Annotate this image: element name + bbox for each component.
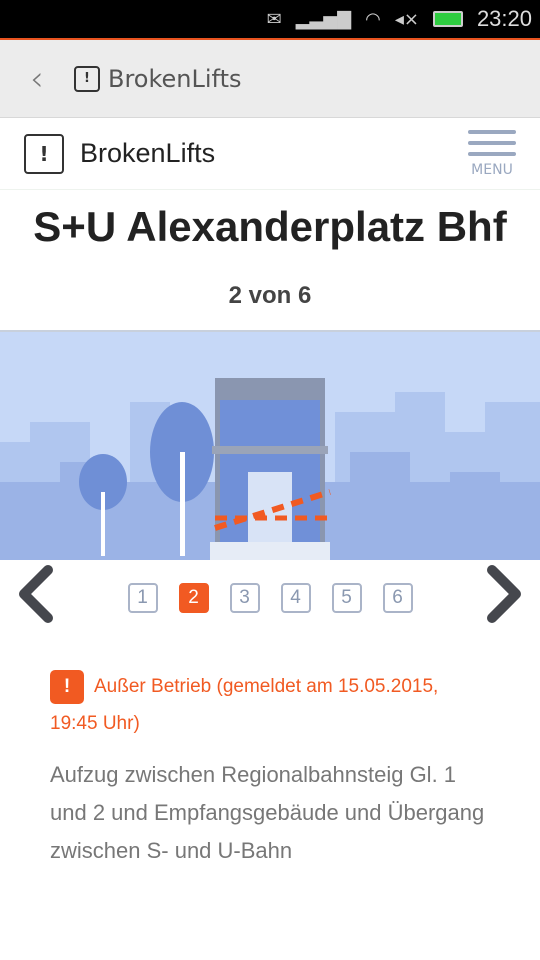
- status-notice: ! Außer Betrieb (gemeldet am 15.05.2015, …: [50, 668, 490, 742]
- status-bar: ✉ ▂▃▅▇ ◠ ◂× 23:20: [0, 0, 540, 40]
- site-logo-icon[interactable]: !: [24, 133, 64, 174]
- app-title: BrokenLifts: [108, 64, 242, 93]
- menu-label: MENU: [471, 162, 513, 178]
- page-button-3[interactable]: 3: [229, 583, 260, 613]
- lift-position: 2 von 6: [228, 282, 312, 309]
- pagination: 123456: [0, 560, 540, 640]
- app-header: ‹ ! BrokenLifts: [0, 40, 540, 118]
- status-text: Außer Betrieb (gemeldet am 15.05.2015, 1…: [50, 676, 439, 734]
- back-button[interactable]: ‹: [30, 59, 60, 99]
- app-logo-icon: !: [74, 65, 100, 92]
- page-button-1[interactable]: 1: [127, 583, 158, 613]
- site-header: ! BrokenLifts MENU: [0, 118, 540, 190]
- clock: 23:20: [476, 6, 532, 31]
- signal-icon: ▂▃▅▇: [295, 8, 352, 30]
- hamburger-icon: [468, 130, 516, 134]
- battery-icon: [432, 11, 463, 27]
- site-name[interactable]: BrokenLifts: [80, 138, 215, 169]
- menu-button[interactable]: MENU: [468, 130, 516, 178]
- mail-icon: ✉: [266, 8, 282, 30]
- page-button-6[interactable]: 6: [382, 583, 413, 613]
- lift-description: Aufzug zwischen Regionalbahnsteig Gl. 1 …: [50, 762, 485, 863]
- station-title: S+U Alexanderplatz Bhf: [33, 203, 507, 250]
- wifi-icon: ◠: [365, 8, 381, 30]
- mute-icon: ◂×: [394, 8, 419, 30]
- page-button-4[interactable]: 4: [280, 583, 311, 613]
- elevator-illustration: [0, 332, 540, 560]
- warning-icon: !: [50, 669, 84, 704]
- page-button-5[interactable]: 5: [331, 583, 362, 613]
- previous-arrow-icon[interactable]: [16, 564, 56, 624]
- page-button-2[interactable]: 2: [178, 583, 209, 613]
- next-arrow-icon[interactable]: [484, 564, 524, 624]
